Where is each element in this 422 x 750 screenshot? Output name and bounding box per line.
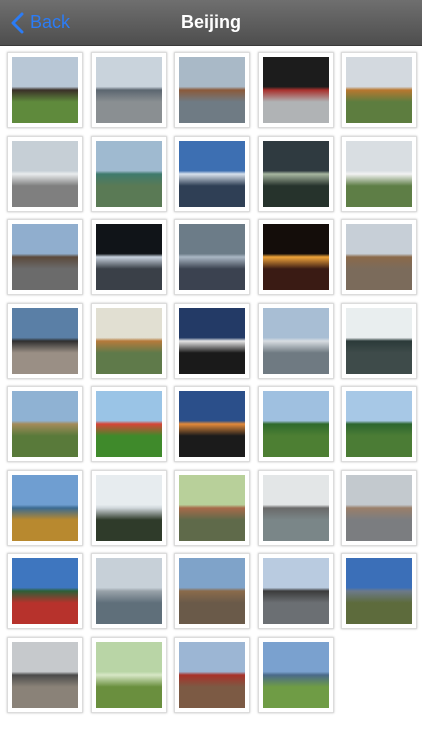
photo-thumbnail-wetland-pond-2[interactable] [341,386,417,462]
photo-thumbnail-night-canal[interactable] [257,135,334,212]
photo-thumbnail-bronze-cauldron-street[interactable] [257,553,334,629]
photo-image [12,307,78,374]
photo-image [346,57,412,123]
chevron-left-icon [11,12,24,33]
photo-thumbnail-lit-skyscraper-night[interactable] [90,219,167,295]
back-label: Back [30,12,71,32]
photo-image [12,558,78,624]
photo-image [95,641,162,708]
navigation-bar: Back Beijing [0,0,422,46]
photo-image [346,307,412,374]
photo-thumbnail-cctv-like-tower[interactable] [174,219,250,295]
photo-image [95,307,162,374]
photo-thumbnail-painted-gateway[interactable] [174,636,250,713]
photo-image [95,224,162,290]
photo-thumbnail-palace-by-lake[interactable] [174,52,250,128]
photo-grid [7,52,419,713]
photo-thumbnail-palace-by-lake-blue[interactable] [257,302,334,379]
photo-thumbnail-high-speed-train[interactable] [7,135,83,212]
photo-thumbnail-drum-tower[interactable] [174,553,250,629]
photo-image [12,140,78,207]
photo-thumbnail-mountain-landscape[interactable] [341,553,417,629]
photo-thumbnail-canal-boats[interactable] [174,469,250,546]
photo-image [179,307,245,374]
photo-image [12,391,78,457]
photo-thumbnail-gate-tower-mist[interactable] [7,636,83,713]
photo-thumbnail-glass-office-tower[interactable] [174,135,250,212]
photo-thumbnail-city-skyline-construction[interactable] [90,52,167,128]
photo-image [262,391,329,457]
photo-thumbnail-forbidden-city-gate[interactable] [257,52,334,128]
photo-image [95,474,162,541]
photo-thumbnail-modern-building-front[interactable] [7,302,83,379]
photo-thumbnail-arrow-tower-gate[interactable] [7,219,83,295]
photo-thumbnail-apartment-towers-street[interactable] [341,469,417,546]
photo-image [12,224,78,290]
photo-thumbnail-tree-sculpture[interactable] [174,302,250,379]
photo-image [179,391,245,457]
photo-image [179,558,245,624]
photo-image [346,558,412,624]
photo-image [346,140,412,207]
photo-image [95,391,162,457]
photo-thumbnail-pagoda-dusk[interactable] [341,219,417,295]
photo-image [346,391,412,457]
photo-image [346,474,412,541]
photo-thumbnail-glass-highrise-lawn[interactable] [257,636,334,713]
photo-thumbnail-red-temple-eaves[interactable] [7,553,83,629]
photo-thumbnail-wetland-pond-1[interactable] [257,386,334,462]
photo-image [262,57,329,123]
photo-thumbnail-stone-arch-bridge[interactable] [90,469,167,546]
photo-thumbnail-flame-sculpture-night[interactable] [257,219,334,295]
photo-image [179,57,245,123]
photo-thumbnail-office-building-river[interactable] [257,469,334,546]
photo-image [262,474,329,541]
photo-image [262,558,329,624]
photo-image [12,57,78,123]
photo-thumbnail-river-skyline[interactable] [90,553,167,629]
photo-thumbnail-summer-palace-hill[interactable] [341,52,417,128]
back-button[interactable]: Back [10,0,70,45]
photo-image [179,224,245,290]
photo-image [12,474,78,541]
photo-image [262,140,329,207]
photo-thumbnail-green-towers-aerial[interactable] [90,135,167,212]
photo-thumbnail-sunset-tree-silhouette[interactable] [174,386,250,462]
photo-image [262,641,329,708]
photo-thumbnail-statue-on-plinth[interactable] [7,52,83,128]
photo-thumbnail-bronze-head-sculpture[interactable] [341,302,417,379]
photo-image [179,474,245,541]
photo-thumbnail-flower-ribbon-garden[interactable] [90,386,167,462]
photo-thumbnail-willow-pond[interactable] [90,636,167,713]
photo-thumbnail-temple-by-water[interactable] [90,302,167,379]
photo-image [95,57,162,123]
photo-image [95,558,162,624]
photo-image [179,140,245,207]
photo-image [262,307,329,374]
photo-image [95,140,162,207]
photo-thumbnail-pavilion-on-hill[interactable] [7,386,83,462]
photo-thumbnail-parked-white-car[interactable] [341,135,417,212]
photo-image [346,224,412,290]
photo-image [179,641,245,708]
photo-thumbnail-autumn-lakeside[interactable] [7,469,83,546]
photo-image [262,224,329,290]
photo-image [12,641,78,708]
